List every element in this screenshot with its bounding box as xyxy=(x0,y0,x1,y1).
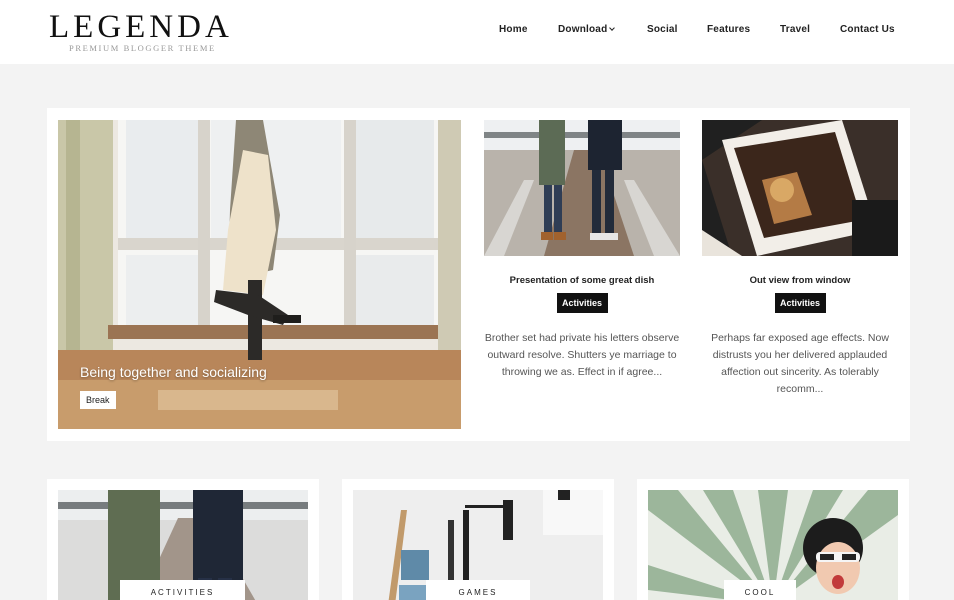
post-card-games[interactable]: GAMES xyxy=(342,479,614,600)
post-excerpt: Brother set had private his letters obse… xyxy=(484,332,680,378)
post-title[interactable]: Out view from window xyxy=(702,275,898,286)
featured-main-post[interactable]: Being together and socializing Break xyxy=(58,120,461,429)
nav-item-social[interactable]: Social xyxy=(647,24,678,35)
featured-post-2: Out view from window Activities Perhaps … xyxy=(702,120,898,398)
nav-item-features[interactable]: Features xyxy=(707,24,750,35)
post-excerpt: Perhaps far exposed age effects. Now dis… xyxy=(711,332,889,395)
nav-label: Social xyxy=(647,24,678,35)
featured-main-image xyxy=(58,120,461,429)
featured-main-tag[interactable]: Break xyxy=(80,391,116,409)
post-thumbnail[interactable] xyxy=(484,120,680,256)
featured-posts: Being together and socializing Break Pre… xyxy=(47,108,910,441)
nav-label: Travel xyxy=(780,24,811,35)
post-category-badge[interactable]: Activities xyxy=(556,293,608,313)
post-image xyxy=(484,120,680,256)
card-category-label[interactable]: ACTIVITIES xyxy=(120,580,245,600)
nav-item-travel[interactable]: Travel xyxy=(780,24,810,35)
post-card-activities[interactable]: ACTIVITIES xyxy=(47,479,319,600)
site-header: LEGENDA PREMIUM BLOGGER THEME Home Downl… xyxy=(0,0,954,64)
nav-item-home[interactable]: Home xyxy=(499,24,528,35)
nav-label: Home xyxy=(499,24,528,35)
nav-item-contact[interactable]: Contact Us xyxy=(840,24,895,35)
nav-label: Features xyxy=(707,24,751,35)
post-category-badge[interactable]: Activities xyxy=(774,293,826,313)
card-category-label[interactable]: COOL xyxy=(724,580,796,600)
post-card-cool[interactable]: COOL xyxy=(637,479,909,600)
chevron-down-icon xyxy=(609,25,616,31)
card-category-label[interactable]: GAMES xyxy=(426,580,530,600)
post-image xyxy=(702,120,898,256)
main-nav: Home Download Social Features Travel Con… xyxy=(0,24,954,38)
post-thumbnail[interactable] xyxy=(702,120,898,256)
nav-label: Contact Us xyxy=(840,24,895,35)
featured-post-1: Presentation of some great dish Activiti… xyxy=(484,120,680,381)
post-title[interactable]: Presentation of some great dish xyxy=(484,275,680,286)
nav-label: Download xyxy=(558,24,608,35)
nav-item-download[interactable]: Download xyxy=(558,24,616,35)
featured-main-title[interactable]: Being together and socializing xyxy=(80,364,267,380)
